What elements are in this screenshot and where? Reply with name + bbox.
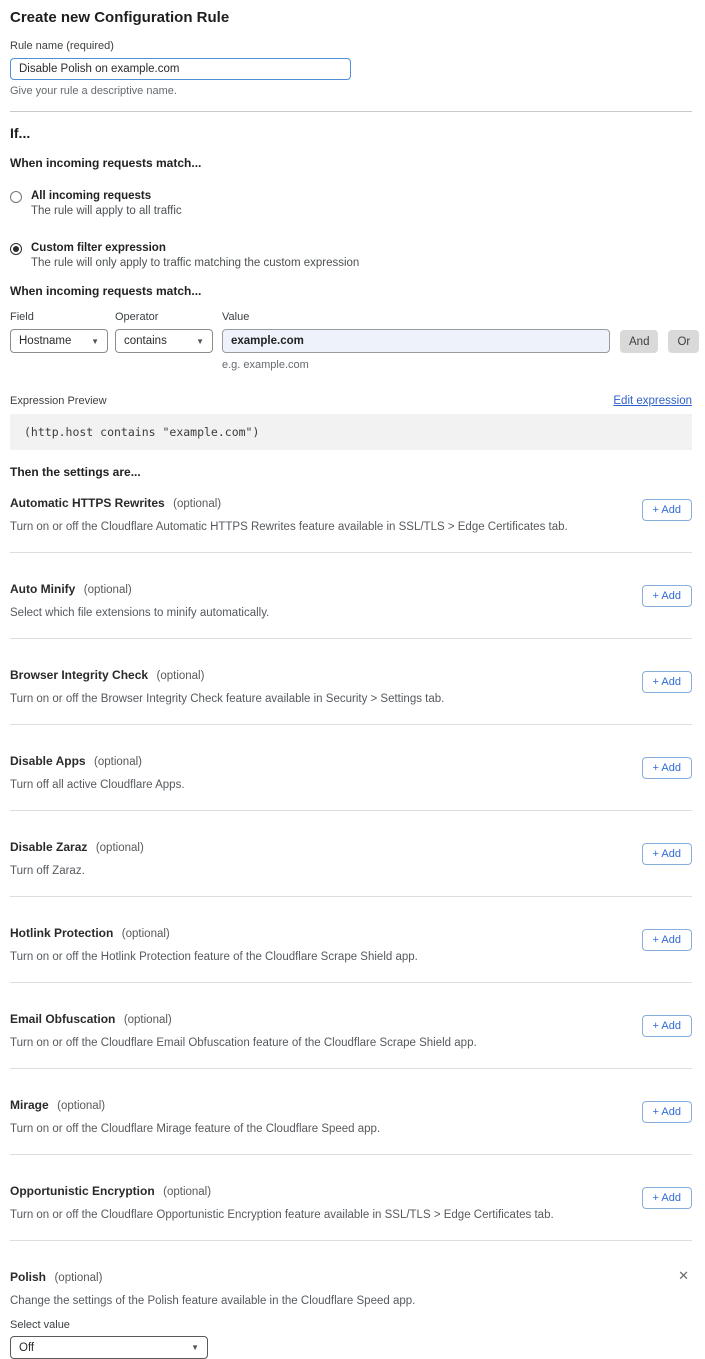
setting-row: Mirage (optional) Turn on or off the Clo…	[10, 1069, 692, 1155]
setting-description: Turn on or off the Cloudflare Automatic …	[10, 521, 568, 533]
setting-optional-label: (optional)	[122, 928, 170, 940]
operator-select-value: contains	[124, 335, 167, 347]
setting-section-polish: Polish (optional) ✕ Change the settings …	[10, 1241, 692, 1359]
add-setting-button[interactable]: + Add	[642, 1187, 692, 1209]
setting-description: Turn off Zaraz.	[10, 865, 144, 877]
setting-optional-label: (optional)	[157, 670, 205, 682]
setting-description: Turn on or off the Hotlink Protection fe…	[10, 951, 418, 963]
field-select-value: Hostname	[19, 335, 71, 347]
setting-name: Polish	[10, 1270, 46, 1284]
setting-optional-label: (optional)	[54, 1272, 102, 1284]
setting-row: Email Obfuscation (optional) Turn on or …	[10, 983, 692, 1069]
setting-name: Browser Integrity Check	[10, 668, 148, 682]
setting-row: Automatic HTTPS Rewrites (optional) Turn…	[10, 479, 692, 553]
edit-expression-link[interactable]: Edit expression	[613, 395, 692, 407]
setting-description: Turn on or off the Cloudflare Mirage fea…	[10, 1123, 380, 1135]
add-setting-button[interactable]: + Add	[642, 929, 692, 951]
setting-row: Opportunistic Encryption (optional) Turn…	[10, 1155, 692, 1241]
setting-name: Hotlink Protection	[10, 926, 113, 940]
radio-option-custom-filter-expression[interactable]: Custom filter expression The rule will o…	[10, 242, 692, 269]
add-setting-button[interactable]: + Add	[642, 843, 692, 865]
operator-select[interactable]: contains ▼	[115, 329, 213, 353]
setting-optional-label: (optional)	[96, 842, 144, 854]
divider	[10, 111, 692, 112]
field-select[interactable]: Hostname ▼	[10, 329, 108, 353]
add-setting-button[interactable]: + Add	[642, 585, 692, 607]
setting-optional-label: (optional)	[84, 584, 132, 596]
and-button[interactable]: And	[620, 330, 658, 353]
radio-option-label: All incoming requests	[31, 190, 182, 202]
or-button[interactable]: Or	[668, 330, 699, 353]
add-setting-button[interactable]: + Add	[642, 499, 692, 521]
setting-row: Auto Minify (optional) Select which file…	[10, 553, 692, 639]
polish-select-value: Off	[19, 1342, 34, 1354]
radio-option-description: The rule will only apply to traffic matc…	[31, 257, 359, 269]
page-title: Create new Configuration Rule	[10, 9, 692, 26]
expression-builder-heading: When incoming requests match...	[10, 284, 692, 298]
create-config-rule-page: Create new Configuration Rule Rule name …	[0, 0, 705, 1272]
setting-name: Mirage	[10, 1098, 49, 1112]
expression-builder-row: Field Hostname ▼ Operator contains ▼ Val…	[10, 298, 692, 371]
expression-preview-code: (http.host contains "example.com")	[24, 425, 259, 439]
radio-option-all-incoming-requests[interactable]: All incoming requests The rule will appl…	[10, 190, 692, 217]
rule-name-input[interactable]	[10, 58, 351, 80]
value-hint: e.g. example.com	[222, 359, 610, 371]
then-settings-heading: Then the settings are...	[10, 465, 692, 479]
setting-name: Disable Zaraz	[10, 840, 87, 854]
setting-name: Automatic HTTPS Rewrites	[10, 496, 165, 510]
setting-description: Turn on or off the Cloudflare Opportunis…	[10, 1209, 554, 1221]
radio-option-label: Custom filter expression	[31, 242, 359, 254]
setting-description: Change the settings of the Polish featur…	[10, 1295, 692, 1307]
add-setting-button[interactable]: + Add	[642, 757, 692, 779]
setting-optional-label: (optional)	[124, 1014, 172, 1026]
rule-name-label: Rule name (required)	[10, 40, 692, 52]
setting-row: Disable Zaraz (optional) Turn off Zaraz.…	[10, 811, 692, 897]
polish-value-select[interactable]: Off ▼	[10, 1336, 208, 1359]
chevron-down-icon: ▼	[91, 337, 99, 346]
value-label: Value	[222, 311, 610, 323]
close-icon[interactable]: ✕	[678, 1269, 689, 1282]
setting-row: Hotlink Protection (optional) Turn on or…	[10, 897, 692, 983]
setting-name: Opportunistic Encryption	[10, 1184, 155, 1198]
if-heading: If...	[10, 125, 692, 141]
add-setting-button[interactable]: + Add	[642, 1101, 692, 1123]
setting-description: Turn on or off the Cloudflare Email Obfu…	[10, 1037, 477, 1049]
setting-name: Email Obfuscation	[10, 1012, 115, 1026]
setting-row: Browser Integrity Check (optional) Turn …	[10, 639, 692, 725]
incoming-requests-match-heading: When incoming requests match...	[10, 156, 692, 170]
setting-description: Turn on or off the Browser Integrity Che…	[10, 693, 444, 705]
setting-row: Disable Apps (optional) Turn off all act…	[10, 725, 692, 811]
setting-description: Turn off all active Cloudflare Apps.	[10, 779, 185, 791]
setting-optional-label: (optional)	[94, 756, 142, 768]
chevron-down-icon: ▼	[196, 337, 204, 346]
value-input[interactable]	[222, 329, 610, 353]
rule-name-help: Give your rule a descriptive name.	[10, 85, 692, 97]
radio-option-description: The rule will apply to all traffic	[31, 205, 182, 217]
expression-preview-box: (http.host contains "example.com")	[10, 414, 692, 450]
field-label: Field	[10, 311, 108, 323]
setting-optional-label: (optional)	[57, 1100, 105, 1112]
expression-preview-label: Expression Preview	[10, 395, 107, 407]
radio-selected-icon[interactable]	[10, 243, 22, 255]
settings-list: Automatic HTTPS Rewrites (optional) Turn…	[10, 479, 692, 1241]
setting-description: Select which file extensions to minify a…	[10, 607, 269, 619]
select-value-label: Select value	[10, 1319, 692, 1331]
chevron-down-icon: ▼	[191, 1343, 199, 1352]
setting-name: Auto Minify	[10, 582, 75, 596]
operator-label: Operator	[115, 311, 213, 323]
add-setting-button[interactable]: + Add	[642, 671, 692, 693]
add-setting-button[interactable]: + Add	[642, 1015, 692, 1037]
radio-unselected-icon[interactable]	[10, 191, 22, 203]
setting-optional-label: (optional)	[173, 498, 221, 510]
setting-optional-label: (optional)	[163, 1186, 211, 1198]
setting-name: Disable Apps	[10, 754, 86, 768]
